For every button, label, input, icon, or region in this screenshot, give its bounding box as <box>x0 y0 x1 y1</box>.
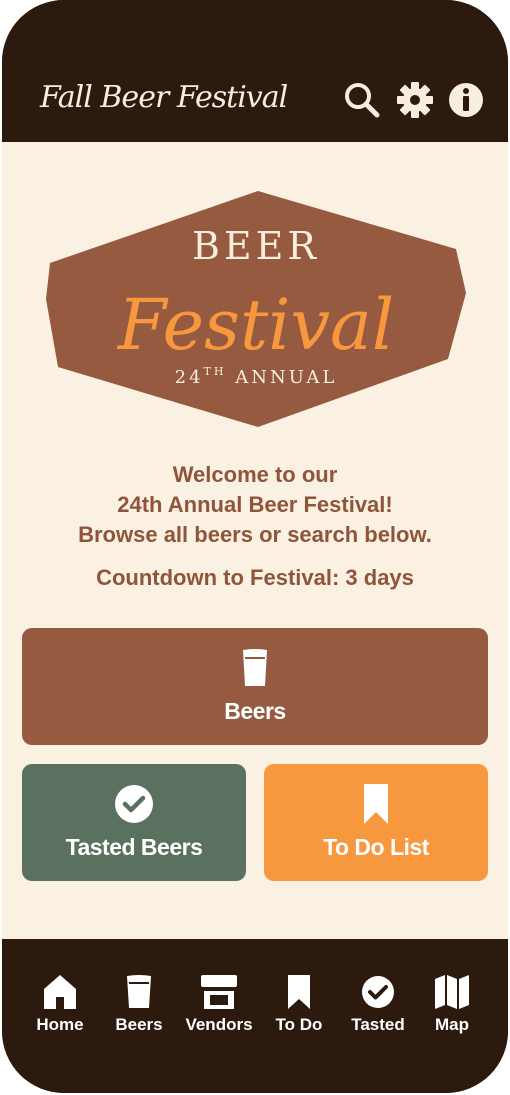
nav-item-beers[interactable]: Beers <box>99 975 179 1045</box>
info-icon[interactable] <box>446 80 486 120</box>
nav-label-home: Home <box>36 1015 84 1034</box>
banner-festival-text: Festival <box>116 284 394 366</box>
beer-glass-icon <box>243 649 267 686</box>
nav-item-map[interactable]: Map <box>412 975 492 1045</box>
beers-button[interactable]: Beers <box>22 628 488 745</box>
to-do-list-button[interactable]: To Do List <box>264 764 488 881</box>
countdown-text: Countdown to Festival: 3 days <box>96 565 414 590</box>
to-do-list-button-label: To Do List <box>323 834 429 860</box>
home-icon <box>44 975 76 1009</box>
nav-item-vendors[interactable]: Vendors <box>179 975 259 1045</box>
tasted-beers-button-label: Tasted Beers <box>65 834 203 860</box>
nav-label-beers: Beers <box>115 1015 163 1034</box>
nav-item-to-do[interactable]: To Do <box>259 975 339 1045</box>
nav-label-map: Map <box>435 1015 469 1034</box>
check-circle-icon <box>362 976 394 1008</box>
gear-icon[interactable] <box>395 80 435 120</box>
app-header: Fall Beer Festival <box>2 0 508 142</box>
nav-item-tasted[interactable]: Tasted <box>338 975 418 1045</box>
nav-label-tasted: Tasted <box>351 1015 405 1034</box>
welcome-line-1: Welcome to our <box>172 462 338 487</box>
bookmark-icon <box>364 784 388 824</box>
store-icon <box>201 975 237 1009</box>
main-content: BEER Festival 24TH ANNUAL Welcome to our… <box>2 142 508 939</box>
banner-annual-text: 24TH ANNUAL <box>175 365 338 388</box>
bottom-navigation: Home Beers Vendors To Do Tasted Map <box>2 939 508 1093</box>
welcome-message: Welcome to our 24th Annual Beer Festival… <box>2 460 508 550</box>
beer-glass-icon <box>127 975 151 1008</box>
banner-beer-text: BEER <box>192 224 320 268</box>
nav-label-to-do: To Do <box>275 1015 323 1034</box>
map-icon <box>435 975 469 1009</box>
beers-button-label: Beers <box>224 698 286 724</box>
bookmark-icon <box>288 975 310 1009</box>
search-icon[interactable] <box>342 80 382 120</box>
nav-label-vendors: Vendors <box>185 1015 253 1034</box>
festival-banner: BEER Festival 24TH ANNUAL <box>44 189 468 429</box>
check-circle-icon <box>115 785 153 823</box>
phone-frame: Fall Beer Festival BEER Festival 24TH AN… <box>2 0 508 1093</box>
tasted-beers-button[interactable]: Tasted Beers <box>22 764 246 881</box>
welcome-line-3: Browse all beers or search below. <box>78 522 432 547</box>
app-title: Fall Beer Festival <box>40 80 288 115</box>
nav-item-home[interactable]: Home <box>20 975 100 1045</box>
welcome-line-2: 24th Annual Beer Festival! <box>117 492 393 517</box>
